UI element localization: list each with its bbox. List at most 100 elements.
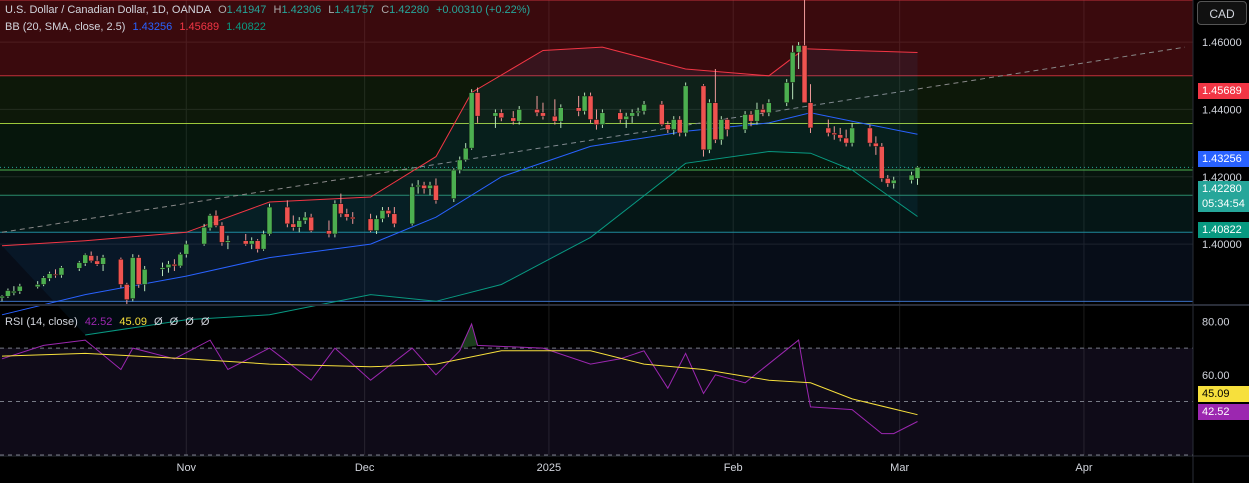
bb-legend[interactable]: BB (20, SMA, close, 2.5) 1.43256 1.45689… — [5, 20, 270, 34]
open-label: O — [218, 4, 227, 16]
candle-body-47 — [385, 210, 392, 215]
candle-body-91 — [766, 102, 772, 114]
candle-body-15 — [124, 284, 130, 300]
candle-body-1 — [5, 290, 11, 297]
rsi-tick-label-0: 60.00 — [1202, 370, 1230, 382]
candle-body-89 — [754, 109, 760, 122]
candle-body-73 — [623, 115, 629, 120]
rsi-na-2: Ø — [169, 316, 179, 328]
candle-body-22 — [177, 253, 184, 267]
candle-body-56 — [462, 147, 469, 161]
candle-body-58 — [474, 92, 481, 117]
candle-body-102 — [867, 127, 873, 144]
candle-body-92 — [783, 82, 790, 103]
rsi-legend[interactable]: RSI (14, close) 42.52 45.09 Ø Ø Ø Ø — [5, 315, 213, 329]
candle-body-8 — [58, 267, 65, 276]
candle-body-66 — [558, 107, 564, 122]
candle-body-105 — [885, 178, 891, 184]
candle-body-20 — [165, 264, 172, 268]
candle-body-13 — [100, 257, 106, 265]
symbol-legend: U.S. Dollar / Canadian Dollar, 1D, OANDA… — [5, 3, 534, 17]
candle-body-71 — [599, 112, 606, 125]
candle-body-5 — [40, 277, 47, 285]
close-label: C — [381, 4, 390, 16]
candle-body-12 — [94, 260, 100, 265]
candle-body-30 — [248, 240, 255, 245]
candle-body-93 — [789, 51, 796, 83]
candle-body-44 — [367, 218, 374, 231]
candle-body-9 — [76, 262, 83, 269]
candle-body-80 — [676, 119, 683, 134]
time-tick-label-Apr: Apr — [1075, 462, 1092, 474]
change-value: +0.00310 (+0.22%) — [436, 4, 531, 16]
candle-body-29 — [242, 240, 249, 245]
candle-body-76 — [641, 104, 647, 112]
candle-body-54 — [451, 169, 457, 199]
candle-body-10 — [82, 254, 88, 264]
candle-body-68 — [581, 95, 588, 112]
candle-body-72 — [617, 112, 624, 120]
candle-body-24 — [201, 227, 207, 245]
last-price-tag: 1.42280 — [1198, 181, 1249, 197]
candle-body-59 — [492, 112, 499, 117]
candle-body-36 — [296, 220, 302, 228]
candle-body-42 — [344, 213, 350, 218]
candle-body-34 — [284, 206, 291, 225]
candle-body-107 — [908, 174, 915, 181]
candle-body-95 — [801, 45, 808, 103]
candle-body-51 — [421, 184, 427, 189]
price-tick-label-2: 1.44000 — [1202, 104, 1242, 116]
candle-body-86 — [724, 119, 731, 130]
candle-body-26 — [213, 215, 219, 226]
candle-body-49 — [409, 186, 415, 225]
candle-body-70 — [593, 119, 600, 125]
chart-canvas[interactable]: 1.400001.420001.440001.4600060.0080.00No… — [0, 0, 1249, 483]
candle-body-57 — [468, 92, 475, 149]
candle-body-77 — [659, 104, 665, 125]
candle-body-0 — [0, 296, 5, 299]
candle-body-45 — [373, 218, 380, 231]
bb-basis-price-tag: 1.43256 — [1198, 151, 1249, 167]
candle-body-48 — [391, 213, 398, 225]
candle-body-103 — [873, 142, 879, 147]
candle-body-108 — [914, 167, 921, 179]
bb-lower-value: 1.40822 — [226, 21, 266, 33]
candle-body-37 — [302, 216, 308, 221]
candle-body-69 — [587, 95, 594, 120]
rsi-ma-tag: 45.09 — [1198, 386, 1249, 402]
rsi-tick-label-1: 80.00 — [1202, 316, 1230, 328]
candle-body-100 — [843, 137, 849, 144]
candle-body-55 — [456, 159, 463, 171]
candle-body-101 — [849, 127, 855, 144]
time-tick-label-Feb: Feb — [724, 462, 743, 474]
candle-body-74 — [629, 112, 635, 117]
candle-body-82 — [700, 85, 707, 151]
candle-body-53 — [433, 184, 439, 201]
currency-button[interactable]: CAD — [1197, 1, 1247, 25]
candle-body-81 — [682, 85, 689, 134]
candle-body-41 — [338, 203, 344, 215]
bb-basis-value: 1.43256 — [132, 21, 173, 33]
candle-body-43 — [349, 216, 356, 220]
candle-body-46 — [379, 210, 386, 220]
candle-body-104 — [879, 146, 885, 179]
low-value: 1.41757 — [334, 4, 375, 16]
price-tick-label-3: 1.46000 — [1202, 37, 1242, 49]
candle-body-79 — [671, 119, 677, 130]
rsi-label: RSI (14, close) — [5, 316, 78, 328]
candle-body-75 — [635, 110, 641, 114]
rsi-ma-value: 45.09 — [119, 316, 147, 328]
candle-body-99 — [837, 134, 843, 139]
candle-body-17 — [135, 257, 142, 285]
candle-body-62 — [516, 109, 522, 122]
candle-body-60 — [498, 112, 505, 119]
candle-body-88 — [748, 114, 754, 122]
candle-body-50 — [415, 184, 421, 188]
candle-body-2 — [11, 290, 17, 294]
candle-body-21 — [171, 264, 178, 267]
candle-body-18 — [141, 269, 148, 285]
candle-body-94 — [795, 45, 802, 53]
candle-body-25 — [207, 215, 213, 229]
high-value: 1.42306 — [281, 4, 322, 16]
time-tick-label-Mar: Mar — [890, 462, 909, 474]
